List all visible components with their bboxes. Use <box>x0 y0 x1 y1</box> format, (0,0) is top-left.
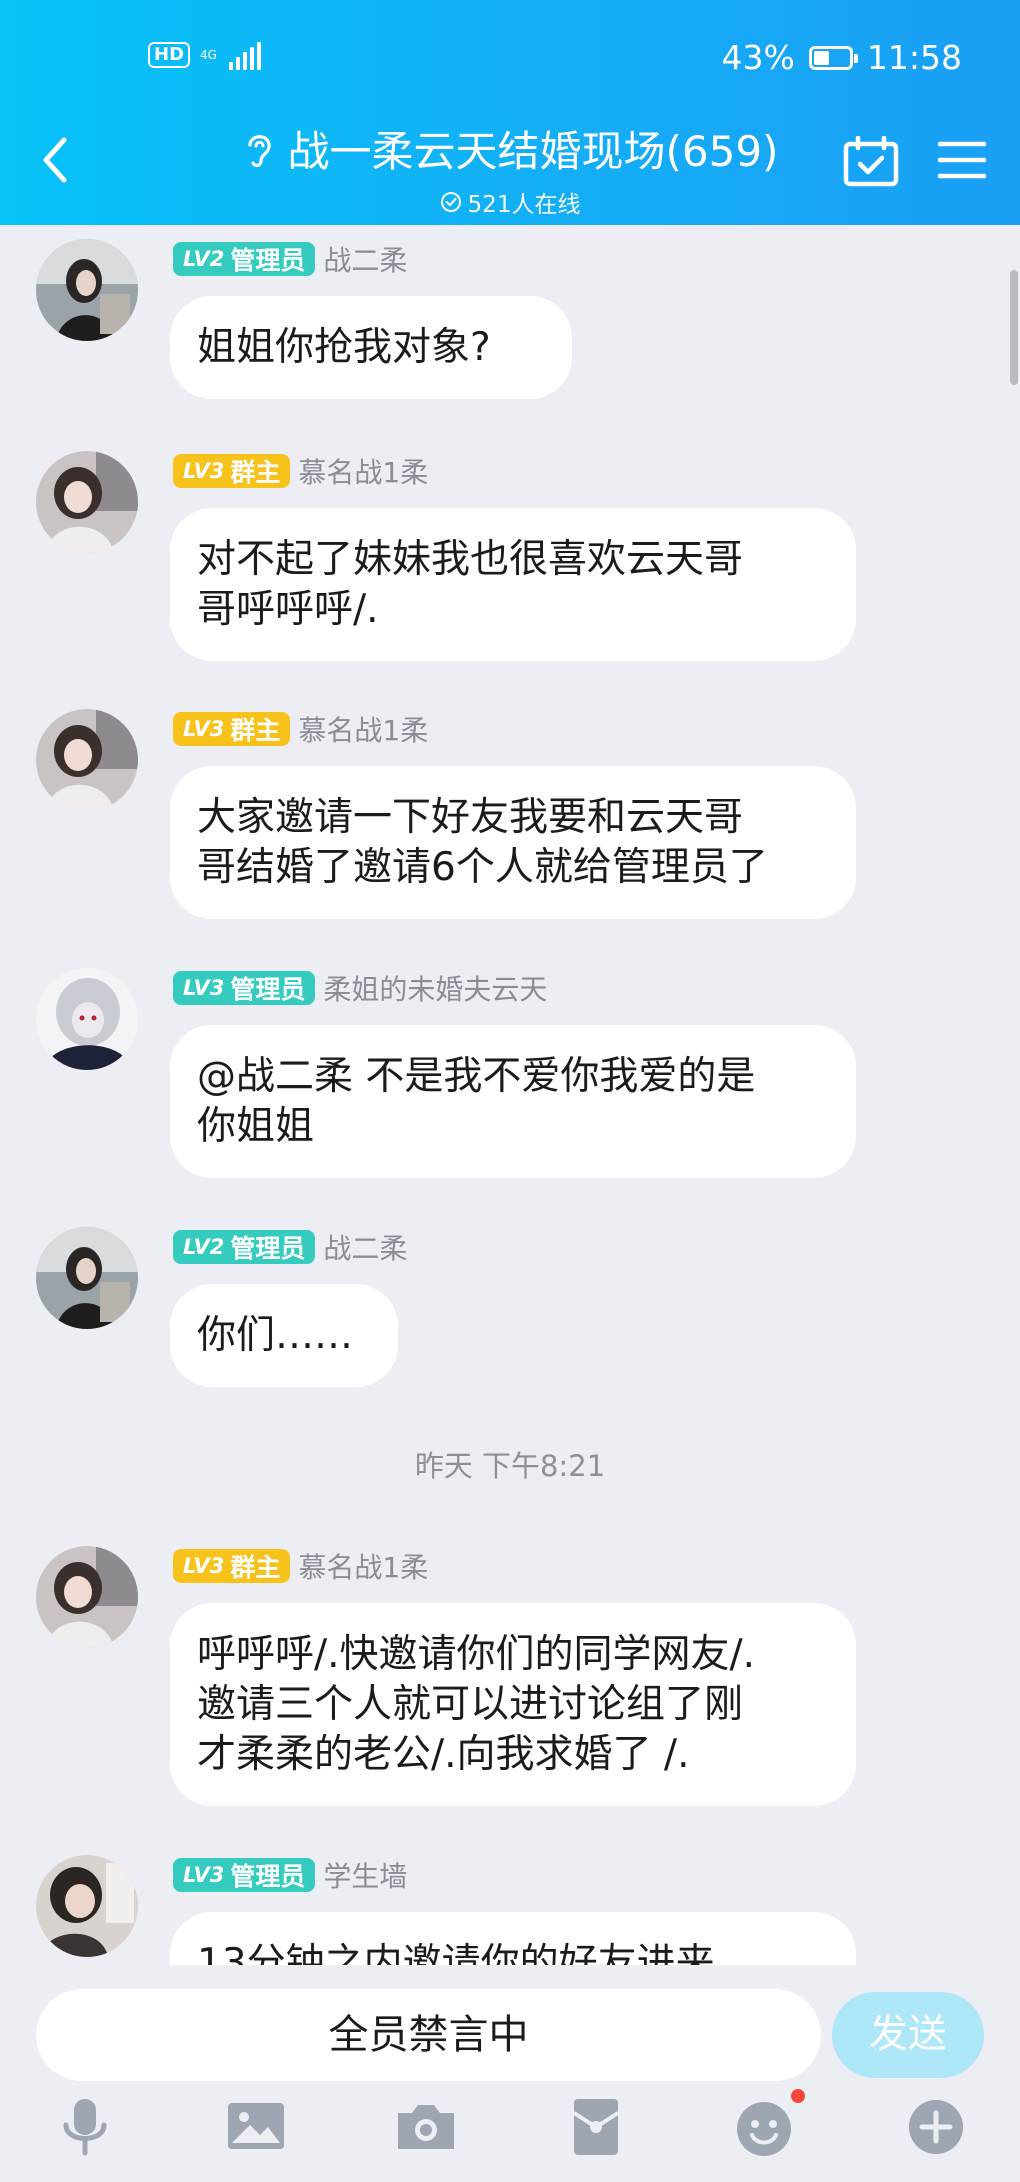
avatar[interactable] <box>36 709 138 811</box>
sender-meta: LV3 管理员 学生墙 <box>173 1855 407 1895</box>
sender-name[interactable]: 战二柔 <box>323 239 407 279</box>
plus-icon <box>909 2100 963 2154</box>
message-bubble[interactable]: @战二柔 不是我不爱你我爱的是 你姐姐 <box>170 1025 856 1178</box>
avatar[interactable] <box>36 239 138 341</box>
message-list[interactable]: LV2 管理员 战二柔 姐姐你抢我对象? LV3 群主 慕名战1柔 对不起了妹妹我也… <box>0 225 1020 1965</box>
menu-button[interactable] <box>936 138 988 182</box>
network-indicator: 4G <box>200 48 217 62</box>
more-button[interactable] <box>904 2095 968 2159</box>
member-badge: LV3 管理员 <box>173 971 316 1005</box>
calendar-button[interactable] <box>842 135 900 188</box>
voice-button[interactable] <box>54 2095 118 2159</box>
camera-icon <box>398 2105 454 2149</box>
hamburger-menu-icon <box>937 141 987 179</box>
online-count: 521人在线 <box>467 192 581 218</box>
red-packet-icon <box>572 2099 620 2155</box>
message-bubble[interactable]: 姐姐你抢我对象? <box>170 296 572 399</box>
member-badge: LV3 群主 <box>173 712 291 746</box>
sender-name[interactable]: 慕名战1柔 <box>298 1546 428 1586</box>
emoji-icon <box>737 2102 791 2156</box>
avatar[interactable] <box>36 1855 138 1957</box>
avatar[interactable] <box>36 1227 138 1329</box>
send-button[interactable]: 发送 <box>832 1992 984 2078</box>
message-bubble[interactable]: 大家邀请一下好友我要和云天哥 哥结婚了邀请6个人就给管理员了 <box>170 766 856 919</box>
microphone-icon <box>63 2099 107 2156</box>
sender-name[interactable]: 学生墙 <box>323 1855 407 1895</box>
hd-indicator: HD <box>148 42 191 68</box>
member-badge: LV3 群主 <box>173 1549 291 1583</box>
sender-meta: LV2 管理员 战二柔 <box>173 239 407 279</box>
avatar[interactable] <box>36 968 138 1070</box>
sender-meta: LV3 管理员 柔姐的未婚夫云天 <box>173 968 547 1008</box>
sender-meta: LV3 群主 慕名战1柔 <box>173 1546 428 1586</box>
member-badge: LV3 管理员 <box>173 1858 316 1892</box>
member-badge: LV2 管理员 <box>173 242 316 276</box>
battery-percent: 43% <box>721 38 795 77</box>
sender-name[interactable]: 慕名战1柔 <box>298 451 428 491</box>
avatar[interactable] <box>36 451 138 553</box>
red-packet-button[interactable] <box>564 2095 628 2159</box>
message-input[interactable]: 全员禁言中 <box>36 1989 821 2081</box>
avatar[interactable] <box>36 1546 138 1648</box>
sender-name[interactable]: 柔姐的未婚夫云天 <box>323 968 547 1008</box>
input-toolbar <box>0 2089 1020 2175</box>
image-icon <box>228 2103 284 2149</box>
chat-header: HD 4G 43% 11:58 战一柔云天结婚现场(659) 521人在线 <box>0 0 1020 225</box>
message-bubble[interactable]: 呼呼呼/.快邀请你们的同学网友/. 邀请三个人就可以进讨论组了刚 才柔柔的老公/… <box>170 1603 856 1806</box>
battery-icon <box>808 45 858 70</box>
battery-fill <box>813 50 829 65</box>
camera-button[interactable] <box>394 2095 458 2159</box>
online-check-icon <box>440 192 461 212</box>
sender-meta: LV3 群主 慕名战1柔 <box>173 709 428 749</box>
ear-icon <box>247 134 271 167</box>
message-bubble[interactable]: 你们…… <box>170 1284 398 1387</box>
status-right: 43% 11:58 <box>722 38 962 77</box>
sender-meta: LV2 管理员 战二柔 <box>173 1227 407 1267</box>
emoji-button[interactable] <box>734 2089 805 2159</box>
input-bar: 全员禁言中 发送 <box>0 1965 1020 2182</box>
signal-icon <box>228 40 261 70</box>
notification-dot <box>791 2089 805 2103</box>
member-badge: LV3 群主 <box>173 454 291 488</box>
scrollbar[interactable] <box>1010 270 1018 385</box>
group-title: 战一柔云天结婚现场(659) <box>287 127 779 176</box>
sender-name[interactable]: 慕名战1柔 <box>298 709 428 749</box>
member-badge: LV2 管理员 <box>173 1230 316 1264</box>
chat-timestamp: 昨天 下午8:21 <box>414 1449 606 1483</box>
clock: 11:58 <box>866 38 962 77</box>
message-bubble[interactable]: 13分钟之内邀请你的好友进来. <box>170 1912 856 1965</box>
image-button[interactable] <box>224 2095 288 2159</box>
calendar-check-icon <box>843 135 899 187</box>
sender-name[interactable]: 战二柔 <box>323 1227 407 1267</box>
message-bubble[interactable]: 对不起了妹妹我也很喜欢云天哥 哥呼呼呼/. <box>170 508 856 661</box>
status-left: HD 4G <box>148 40 261 70</box>
sender-meta: LV3 群主 慕名战1柔 <box>173 451 428 491</box>
